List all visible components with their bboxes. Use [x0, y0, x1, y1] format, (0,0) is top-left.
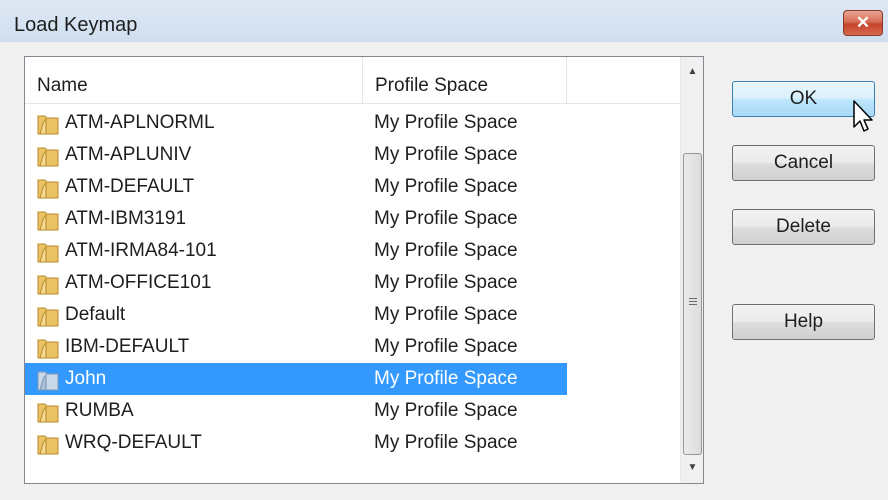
load-keymap-dialog: Load Keymap ✕ Name Profile Space ATM-APL…: [0, 0, 888, 500]
list-item-profile-space: My Profile Space: [374, 272, 518, 293]
help-button[interactable]: Help: [732, 304, 875, 340]
folder-icon: [37, 179, 59, 199]
list-item-profile-space: My Profile Space: [374, 400, 518, 421]
column-header-name[interactable]: Name: [25, 57, 363, 103]
list-item[interactable]: Default My Profile Space: [25, 299, 567, 331]
folder-icon: [37, 307, 59, 327]
folder-icon: [37, 339, 59, 359]
folder-icon: [37, 147, 59, 167]
delete-button[interactable]: Delete: [732, 209, 875, 245]
list-item-name: ATM-IRMA84-101: [65, 240, 217, 261]
list-item-name: ATM-IBM3191: [65, 208, 187, 229]
list-item-profile-space: My Profile Space: [374, 368, 518, 389]
mouse-pointer-icon: [853, 100, 873, 132]
list-item-name: IBM-DEFAULT: [65, 336, 190, 357]
scrollbar-thumb[interactable]: [683, 153, 702, 455]
list-item-name: ATM-DEFAULT: [65, 176, 195, 197]
vertical-scrollbar[interactable]: ▲ ▼: [680, 57, 703, 483]
folder-icon: [37, 371, 59, 391]
close-button[interactable]: ✕: [843, 10, 883, 36]
list-item-profile-space: My Profile Space: [374, 432, 518, 453]
list-item[interactable]: ATM-APLUNIV My Profile Space: [25, 139, 567, 171]
folder-icon: [37, 275, 59, 295]
list-item-profile-space: My Profile Space: [374, 240, 518, 261]
list-item-name: Default: [65, 304, 126, 325]
list-item[interactable]: IBM-DEFAULT My Profile Space: [25, 331, 567, 363]
list-header: Name Profile Space: [25, 57, 680, 104]
list-item[interactable]: ATM-APLNORML My Profile Space: [25, 107, 567, 139]
scroll-up-arrow-icon[interactable]: ▲: [681, 61, 703, 83]
list-item[interactable]: WRQ-DEFAULT My Profile Space: [25, 427, 567, 459]
folder-icon: [37, 435, 59, 455]
list-item-name: ATM-OFFICE101: [65, 272, 212, 293]
list-item-profile-space: My Profile Space: [374, 304, 518, 325]
grip-icon: [689, 298, 697, 307]
folder-icon: [37, 115, 59, 135]
folder-icon: [37, 243, 59, 263]
folder-icon: [37, 403, 59, 423]
dialog-title: Load Keymap: [14, 14, 138, 36]
cancel-button[interactable]: Cancel: [732, 145, 875, 181]
list-item-name: John: [65, 368, 107, 389]
scroll-down-arrow-icon[interactable]: ▼: [681, 457, 703, 479]
column-header-profile-space[interactable]: Profile Space: [363, 57, 567, 103]
list-item-name: WRQ-DEFAULT: [65, 432, 202, 453]
list-item[interactable]: ATM-DEFAULT My Profile Space: [25, 171, 567, 203]
list-item[interactable]: ATM-IBM3191 My Profile Space: [25, 203, 567, 235]
list-item[interactable]: ATM-IRMA84-101 My Profile Space: [25, 235, 567, 267]
list-item[interactable]: ATM-OFFICE101 My Profile Space: [25, 267, 567, 299]
list-item-profile-space: My Profile Space: [374, 208, 518, 229]
folder-icon: [37, 211, 59, 231]
keymap-list[interactable]: Name Profile Space ATM-APLNORML My Profil…: [24, 56, 704, 484]
list-item-profile-space: My Profile Space: [374, 112, 518, 133]
list-item-name: ATM-APLNORML: [65, 112, 215, 133]
list-item-profile-space: My Profile Space: [374, 144, 518, 165]
list-item-name: ATM-APLUNIV: [65, 144, 192, 165]
list-item[interactable]: John My Profile Space: [25, 363, 567, 395]
close-icon: ✕: [855, 13, 871, 32]
list-item[interactable]: RUMBA My Profile Space: [25, 395, 567, 427]
list-item-profile-space: My Profile Space: [374, 176, 518, 197]
list-item-profile-space: My Profile Space: [374, 336, 518, 357]
list-item-name: RUMBA: [65, 400, 134, 421]
